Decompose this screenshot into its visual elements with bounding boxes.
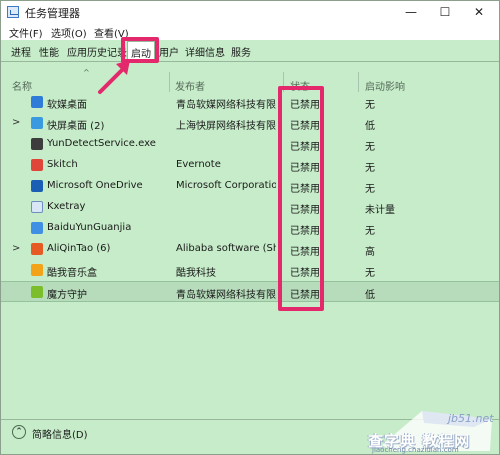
row-name: AliQinTao (6) — [47, 243, 111, 254]
table-row[interactable]: >AliQinTao (6)Alibaba software (Sha...已禁… — [1, 239, 499, 260]
collapse-icon[interactable]: ⌃ — [12, 425, 26, 439]
row-name: Kxetray — [47, 201, 86, 212]
row-name: YunDetectService.exe — [47, 138, 156, 149]
column-name[interactable]: 名称 — [12, 78, 32, 93]
tab-details[interactable]: 详细信息 — [184, 44, 226, 59]
row-icon — [31, 96, 43, 108]
row-icon — [31, 138, 43, 150]
row-publisher: 上海快屏网络科技有限... — [176, 121, 276, 132]
row-icon — [31, 180, 43, 192]
column-impact[interactable]: 启动影响 — [365, 78, 405, 93]
row-publisher: 酷我科技 — [176, 268, 216, 279]
watermark-url: jiaocheng.chazidian.com — [372, 446, 459, 454]
row-publisher: Alibaba software (Sha... — [176, 243, 276, 254]
expand-icon[interactable]: > — [12, 243, 20, 254]
row-impact: 无 — [365, 268, 375, 279]
close-button[interactable]: ✕ — [462, 1, 496, 23]
minimize-button[interactable]: — — [394, 1, 428, 23]
column-publisher[interactable]: 发布者 — [175, 78, 205, 93]
table-row[interactable]: 酷我音乐盒 酷我科技 已禁用无 — [1, 260, 499, 281]
tab-services[interactable]: 服务 — [230, 44, 252, 59]
row-name: 魔方守护 — [47, 290, 87, 301]
menu-file[interactable]: 文件(F) — [9, 25, 43, 40]
row-publisher: Microsoft Corporation — [176, 180, 276, 191]
expand-icon[interactable]: > — [12, 117, 20, 128]
tab-bar: 进程 性能 应用历史记录 启动 用户 详细信息 服务 — [1, 40, 499, 62]
row-impact: 无 — [365, 163, 375, 174]
row-impact: 无 — [365, 226, 375, 237]
column-divider[interactable] — [169, 72, 170, 92]
watermark-site: jb51.net — [448, 412, 494, 425]
row-impact: 未计量 — [365, 205, 395, 216]
column-divider[interactable] — [358, 72, 359, 92]
row-name: 快屏桌面 (2) — [47, 121, 105, 132]
row-name: 软媒桌面 — [47, 100, 87, 111]
row-publisher: 青岛软媒网络科技有限... — [176, 100, 276, 111]
row-icon — [31, 159, 43, 171]
maximize-button[interactable]: ☐ — [428, 1, 462, 23]
row-icon — [31, 286, 43, 298]
row-impact: 高 — [365, 247, 375, 258]
row-name: BaiduYunGuanjia — [47, 222, 132, 233]
row-icon — [31, 222, 43, 234]
row-icon — [31, 201, 43, 213]
table-row[interactable]: > 快屏桌面 (2) 上海快屏网络科技有限... 已禁用低 — [1, 113, 499, 134]
row-impact: 无 — [365, 142, 375, 153]
column-header: ^ 名称 发布者 状态 启动影响 — [1, 66, 499, 93]
table-row[interactable]: BaiduYunGuanjia 已禁用无 — [1, 218, 499, 239]
row-icon — [31, 243, 43, 255]
window-title: 任务管理器 — [25, 7, 80, 20]
row-icon — [31, 117, 43, 129]
row-impact: 低 — [365, 290, 375, 301]
row-impact: 无 — [365, 100, 375, 111]
task-manager-icon — [7, 6, 19, 18]
task-manager-window: 任务管理器 — ☐ ✕ 文件(F) 选项(O) 查看(V) 进程 性能 应用历史… — [0, 0, 500, 455]
fewer-details-link[interactable]: 简略信息(D) — [32, 426, 88, 441]
row-name: Skitch — [47, 159, 78, 170]
row-publisher: Evernote — [176, 159, 221, 170]
row-name: 酷我音乐盒 — [47, 268, 97, 279]
tab-users[interactable]: 用户 — [158, 44, 180, 59]
row-publisher: 青岛软媒网络科技有限... — [176, 290, 276, 301]
table-row[interactable]: YunDetectService.exe 已禁用无 — [1, 134, 499, 155]
table-row[interactable]: Kxetray 已禁用 未计量 — [1, 197, 499, 218]
row-name: Microsoft OneDrive — [47, 180, 143, 191]
table-row[interactable]: Microsoft OneDrive Microsoft Corporation 已… — [1, 176, 499, 197]
table-row[interactable]: 魔方守护 青岛软媒网络科技有限... 已禁用低 — [1, 281, 499, 302]
row-impact: 无 — [365, 184, 375, 195]
tab-performance[interactable]: 性能 — [38, 44, 60, 59]
pointer-arrow-icon — [98, 60, 130, 94]
tab-processes[interactable]: 进程 — [10, 44, 32, 59]
sort-ascending-icon: ^ — [83, 68, 90, 77]
table-row[interactable]: Skitch Evernote 已禁用无 — [1, 155, 499, 176]
menu-options[interactable]: 选项(O) — [51, 25, 87, 40]
row-icon — [31, 264, 43, 276]
table-row[interactable]: 软媒桌面 青岛软媒网络科技有限... 已禁用无 — [1, 92, 499, 113]
status-column-highlight — [278, 86, 324, 311]
row-impact: 低 — [365, 121, 375, 132]
menu-bar: 文件(F) 选项(O) 查看(V) — [1, 23, 499, 40]
title-bar: 任务管理器 — ☐ ✕ — [1, 1, 499, 23]
